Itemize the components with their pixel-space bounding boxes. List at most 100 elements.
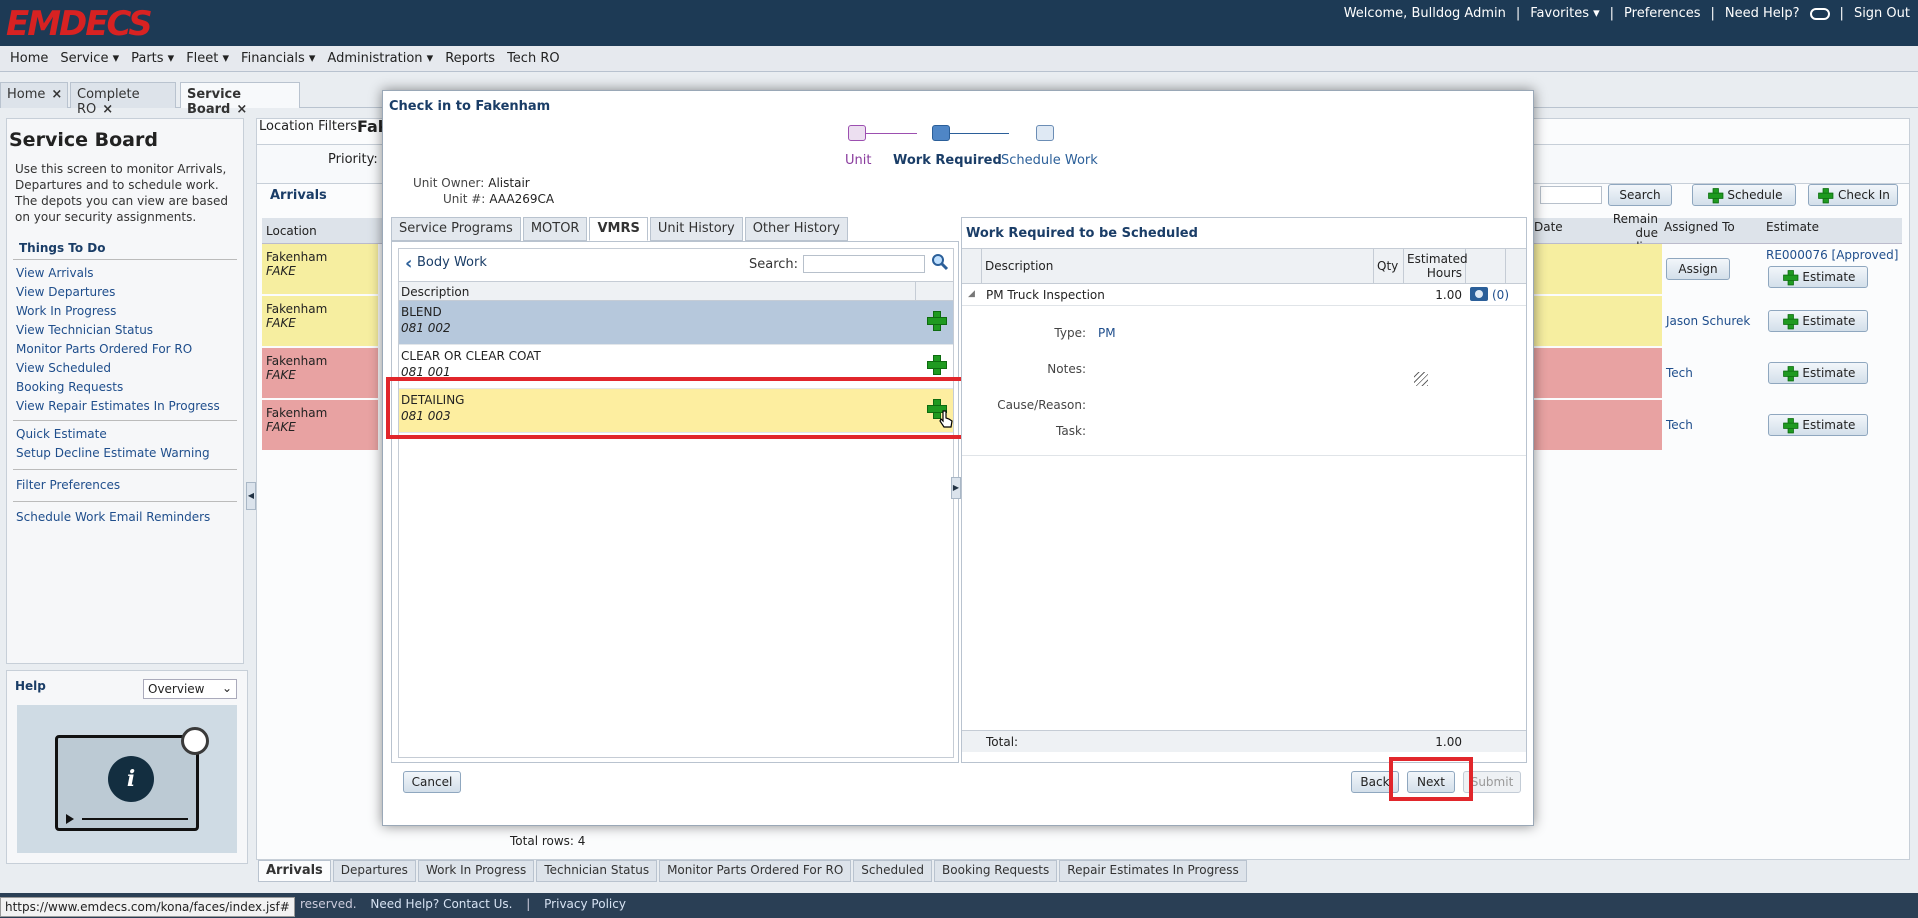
col-work-description: Description xyxy=(982,249,1374,283)
train-label-work[interactable]: Work Required xyxy=(893,153,1002,168)
view-technician-status-link[interactable]: View Technician Status xyxy=(7,321,243,340)
filter-preferences-link[interactable]: Filter Preferences xyxy=(13,476,237,495)
view-departures-link[interactable]: View Departures xyxy=(7,283,243,302)
schedule-button[interactable]: Schedule xyxy=(1692,184,1796,206)
work-in-progress-link[interactable]: Work In Progress xyxy=(7,302,243,321)
board-tab-arrivals[interactable]: Arrivals xyxy=(258,860,331,882)
board-tab-wip[interactable]: Work In Progress xyxy=(417,860,535,882)
priority-label: Priority: xyxy=(328,152,378,167)
menu-service[interactable]: Service ▾ xyxy=(54,51,125,66)
search-icon[interactable] xyxy=(931,253,949,271)
tab-complete-ro[interactable]: Complete RO × xyxy=(70,82,176,117)
camera-icon[interactable] xyxy=(1470,287,1488,301)
subtab-service-programs[interactable]: Service Programs xyxy=(391,217,521,241)
help-video[interactable]: i xyxy=(17,705,237,853)
train-step-schedule-icon[interactable] xyxy=(1036,125,1054,141)
row-estimate-link[interactable]: RE000076 [Approved] xyxy=(1766,248,1898,262)
search-input[interactable] xyxy=(1540,186,1602,204)
preferences-link[interactable]: Preferences xyxy=(1624,6,1700,21)
tab-label: Service Board xyxy=(187,87,242,117)
search-button[interactable]: Search xyxy=(1608,184,1672,206)
row-assigned[interactable]: Tech xyxy=(1666,418,1693,432)
help-topic-select[interactable]: Overview ⌄ xyxy=(143,679,237,699)
add-icon[interactable] xyxy=(927,355,947,375)
board-tab-parts[interactable]: Monitor Parts Ordered For RO xyxy=(659,860,852,882)
info-icon: i xyxy=(108,756,154,802)
quick-estimate-link[interactable]: Quick Estimate xyxy=(13,425,237,444)
subtab-unit-history[interactable]: Unit History xyxy=(649,217,743,241)
resize-handle-icon[interactable] xyxy=(1414,372,1428,386)
check-in-button[interactable]: Check In xyxy=(1808,184,1898,206)
welcome-text: Welcome, Bulldog Admin xyxy=(1343,6,1506,21)
col-hours: Estimated Hours xyxy=(1404,249,1468,283)
train-label-unit[interactable]: Unit xyxy=(845,153,871,168)
back-chevron-icon[interactable]: ‹ xyxy=(405,253,412,274)
setup-decline-warning-link[interactable]: Setup Decline Estimate Warning xyxy=(13,444,237,463)
view-repair-estimates-link[interactable]: View Repair Estimates In Progress xyxy=(7,397,243,416)
vmrs-panel: ‹ Body Work Search: Description BLEND 08… xyxy=(391,241,959,763)
board-tab-scheduled[interactable]: Scheduled xyxy=(853,860,933,882)
add-icon[interactable] xyxy=(927,311,947,331)
view-arrivals-link[interactable]: View Arrivals xyxy=(7,264,243,283)
favorites-menu[interactable]: Favorites ▾ xyxy=(1530,6,1599,21)
vmrs-search-input[interactable] xyxy=(803,255,925,273)
row-assigned[interactable]: Jason Schurek xyxy=(1666,314,1750,328)
menu-fleet[interactable]: Fleet ▾ xyxy=(180,51,235,66)
video-screen-icon: i xyxy=(55,735,199,831)
board-tab-estimates[interactable]: Repair Estimates In Progress xyxy=(1059,860,1247,882)
contact-link[interactable]: Need Help? Contact Us. xyxy=(370,897,512,911)
expand-triangle-icon[interactable]: ◢ xyxy=(968,289,975,299)
subtab-other-history[interactable]: Other History xyxy=(744,217,848,241)
attachment-count[interactable]: (0) xyxy=(1492,288,1509,302)
view-scheduled-link[interactable]: View Scheduled xyxy=(7,359,243,378)
estimate-button[interactable]: Estimate xyxy=(1768,266,1868,288)
work-row[interactable]: ◢ PM Truck Inspection 1.00 (0) xyxy=(962,284,1526,306)
subtab-vmrs[interactable]: VMRS xyxy=(589,217,648,241)
board-tab-booking[interactable]: Booking Requests xyxy=(934,860,1058,882)
close-icon[interactable]: × xyxy=(102,102,113,117)
estimate-button[interactable]: Estimate xyxy=(1768,414,1868,436)
row-location-cell: Fakenham FAKE xyxy=(262,400,378,450)
col-actions xyxy=(1466,249,1506,283)
row-assigned[interactable]: Tech xyxy=(1666,366,1693,380)
assign-button[interactable]: Assign xyxy=(1666,258,1730,280)
add-icon xyxy=(1782,418,1798,434)
menu-reports[interactable]: Reports xyxy=(439,51,501,66)
schedule-email-reminders-link[interactable]: Schedule Work Email Reminders xyxy=(13,508,237,527)
tab-service-board[interactable]: Service Board × xyxy=(180,82,300,117)
subtab-motor[interactable]: MOTOR xyxy=(522,217,588,241)
board-tab-tech-status[interactable]: Technician Status xyxy=(536,860,658,882)
add-icon xyxy=(1782,270,1798,286)
col-qty: Qty xyxy=(1374,249,1404,283)
estimate-button[interactable]: Estimate xyxy=(1768,310,1868,332)
train-step-unit-icon[interactable] xyxy=(848,125,866,141)
estimate-button[interactable]: Estimate xyxy=(1768,362,1868,384)
things-to-do-title: Things To Do xyxy=(13,227,237,260)
col-description: Description xyxy=(401,285,470,299)
close-icon[interactable]: × xyxy=(51,87,62,102)
need-help-link[interactable]: Need Help? xyxy=(1725,6,1800,21)
tab-home[interactable]: Home × xyxy=(0,82,68,108)
board-tab-departures[interactable]: Departures xyxy=(332,860,416,882)
col-work-description-label: Description xyxy=(985,259,1054,273)
monitor-parts-link[interactable]: Monitor Parts Ordered For RO xyxy=(7,340,243,359)
col-expand xyxy=(962,249,982,283)
cancel-button[interactable]: Cancel xyxy=(403,771,461,793)
panel-toggle-handle[interactable]: ▶ xyxy=(951,477,961,499)
menu-administration[interactable]: Administration ▾ xyxy=(321,51,439,66)
menu-home[interactable]: Home xyxy=(4,51,54,66)
collapse-sidebar-handle[interactable]: ◀ xyxy=(246,482,256,510)
menu-financials[interactable]: Financials ▾ xyxy=(235,51,321,66)
booking-requests-link[interactable]: Booking Requests xyxy=(7,378,243,397)
train-label-schedule[interactable]: Schedule Work xyxy=(1001,153,1098,168)
close-icon[interactable]: × xyxy=(236,102,247,117)
train-step-work-icon[interactable] xyxy=(932,125,950,141)
vmrs-breadcrumb[interactable]: Body Work xyxy=(417,255,487,270)
help-panel: Help Overview ⌄ i xyxy=(6,670,248,864)
vmrs-row-blend[interactable]: BLEND 081 002 xyxy=(399,301,953,345)
privacy-link[interactable]: Privacy Policy xyxy=(544,897,626,911)
menu-parts[interactable]: Parts ▾ xyxy=(125,51,180,66)
menu-tech-ro[interactable]: Tech RO xyxy=(501,51,566,66)
chat-icon[interactable] xyxy=(1809,8,1830,20)
sign-out-link[interactable]: Sign Out xyxy=(1854,6,1910,21)
